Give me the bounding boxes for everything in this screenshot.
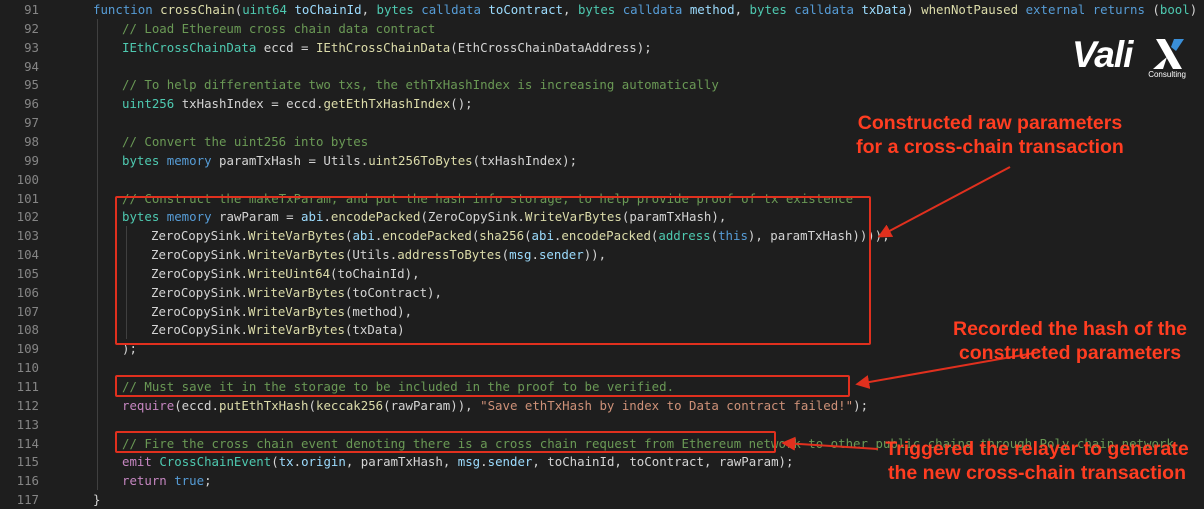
line-number: 117 bbox=[16, 492, 39, 508]
annotation-raw-params: Constructed raw parameters for a cross-c… bbox=[815, 111, 1165, 159]
annotation-hash-recorded: Recorded the hash of the constructed par… bbox=[920, 317, 1204, 365]
annotation-hash-recorded-line-1: Recorded the hash of the bbox=[952, 318, 1188, 340]
code-token: } bbox=[93, 492, 101, 508]
annotation-raw-params-line-1: Constructed raw parameters bbox=[857, 112, 1123, 134]
annotation-relayer-line-2: the new cross-chain transaction bbox=[888, 462, 1186, 484]
logo-tagline: Consulting bbox=[1148, 70, 1186, 79]
arrow-relayer bbox=[781, 436, 879, 451]
valix-logo: Vali Consulting bbox=[1070, 33, 1190, 81]
logo-wordmark: Vali bbox=[1072, 34, 1133, 75]
annotation-arrows bbox=[781, 166, 1041, 451]
annotation-relayer: Triggered the relayer to generate the ne… bbox=[872, 437, 1202, 485]
annotation-hash-recorded-line-2: constructed parameters bbox=[958, 342, 1182, 364]
code-line: 117} bbox=[0, 490, 1204, 509]
logo-x-mark bbox=[1153, 39, 1184, 69]
arrow-raw-params bbox=[877, 166, 1011, 238]
code-text: } bbox=[93, 490, 100, 509]
annotation-relayer-line-1: Triggered the relayer to generate bbox=[885, 438, 1189, 460]
annotation-raw-params-line-2: for a cross-chain transaction bbox=[856, 136, 1124, 158]
